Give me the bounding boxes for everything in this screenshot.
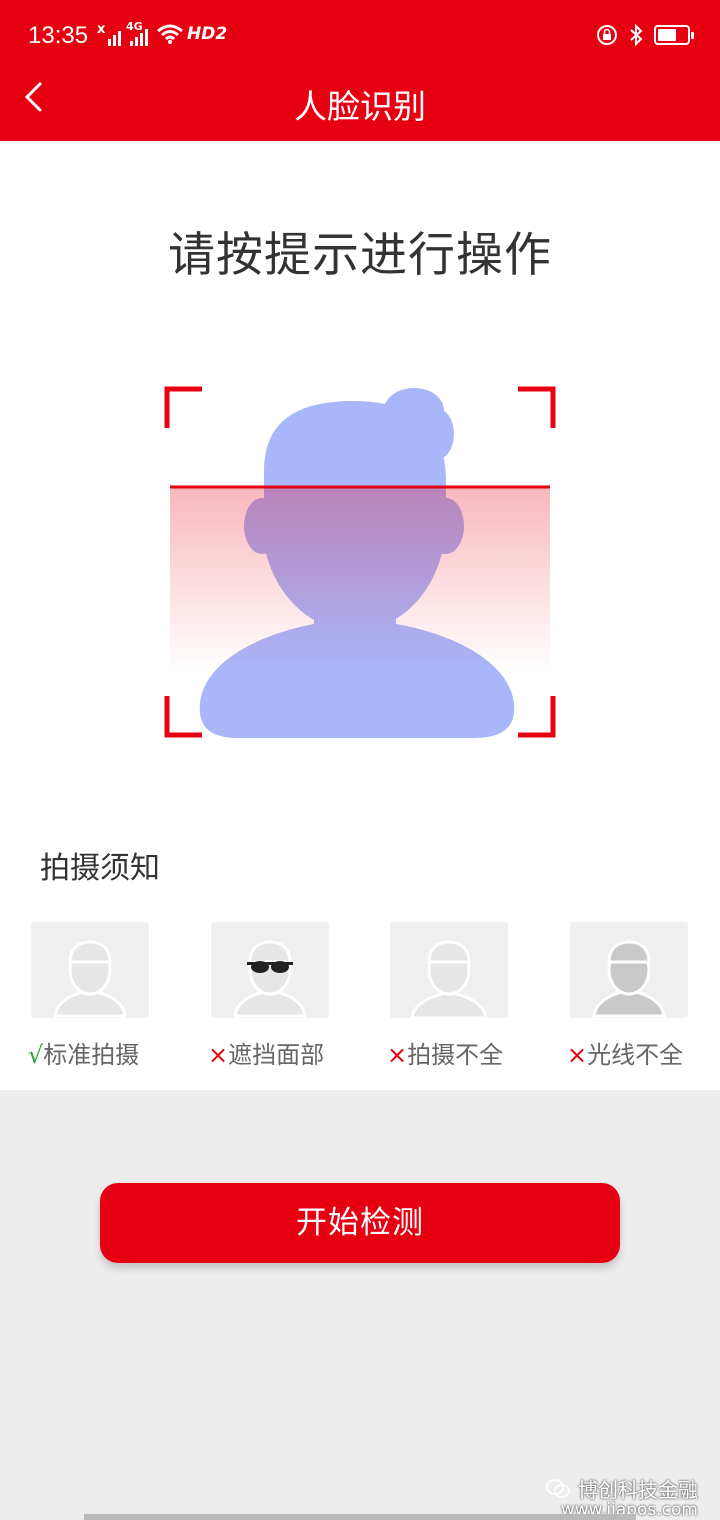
signal-4g-icon [130,26,152,46]
notice-title: 拍摄须知 [40,851,160,886]
scan-glow [170,487,550,672]
person-sunglasses-icon [233,940,307,1018]
person-cropped-icon [410,940,488,1020]
start-detection-button[interactable]: 开始检测 [100,1183,620,1263]
person-icon [53,940,127,1018]
app-header: 13:35 x 4G HD2 人脸识别 [0,0,720,141]
tip-label-incomplete: ×拍摄不全 [387,1041,504,1069]
page-title: 人脸识别 [294,87,426,126]
tip-label-standard: √标准拍摄 [28,1041,140,1069]
hd-icon: HD2 [187,24,228,44]
tip-standard-image [31,922,149,1018]
tip-label-poor-light: ×光线不全 [567,1041,684,1069]
signal-x-icon [100,26,122,46]
person-dark-icon [592,940,666,1018]
tip-label-covered: ×遮挡面部 [208,1041,325,1069]
tip-poor-light-image [570,922,688,1018]
status-bar: 13:35 x 4G HD2 [0,0,720,72]
instruction-prompt: 请按提示进行操作 [168,228,552,283]
wifi-icon [157,24,183,44]
tip-incomplete-image [390,922,508,1020]
status-time: 13:35 [28,22,89,49]
battery-icon [654,25,694,45]
watermark: 博创科技金融 www.iiapos.com [546,1474,698,1520]
cross-icon: × [208,1041,229,1069]
cross-icon: × [567,1041,588,1069]
tip-covered-image [211,922,329,1018]
cross-icon: × [387,1041,408,1069]
status-right-icons [596,24,694,46]
bottom-strip [84,1514,636,1520]
check-icon: √ [28,1041,44,1069]
watermark-name: 博创科技金融 [578,1478,698,1502]
lock-rotation-icon [597,25,617,45]
bluetooth-icon [630,24,643,46]
wechat-icon [546,1478,570,1498]
face-scan-frame [164,386,556,738]
